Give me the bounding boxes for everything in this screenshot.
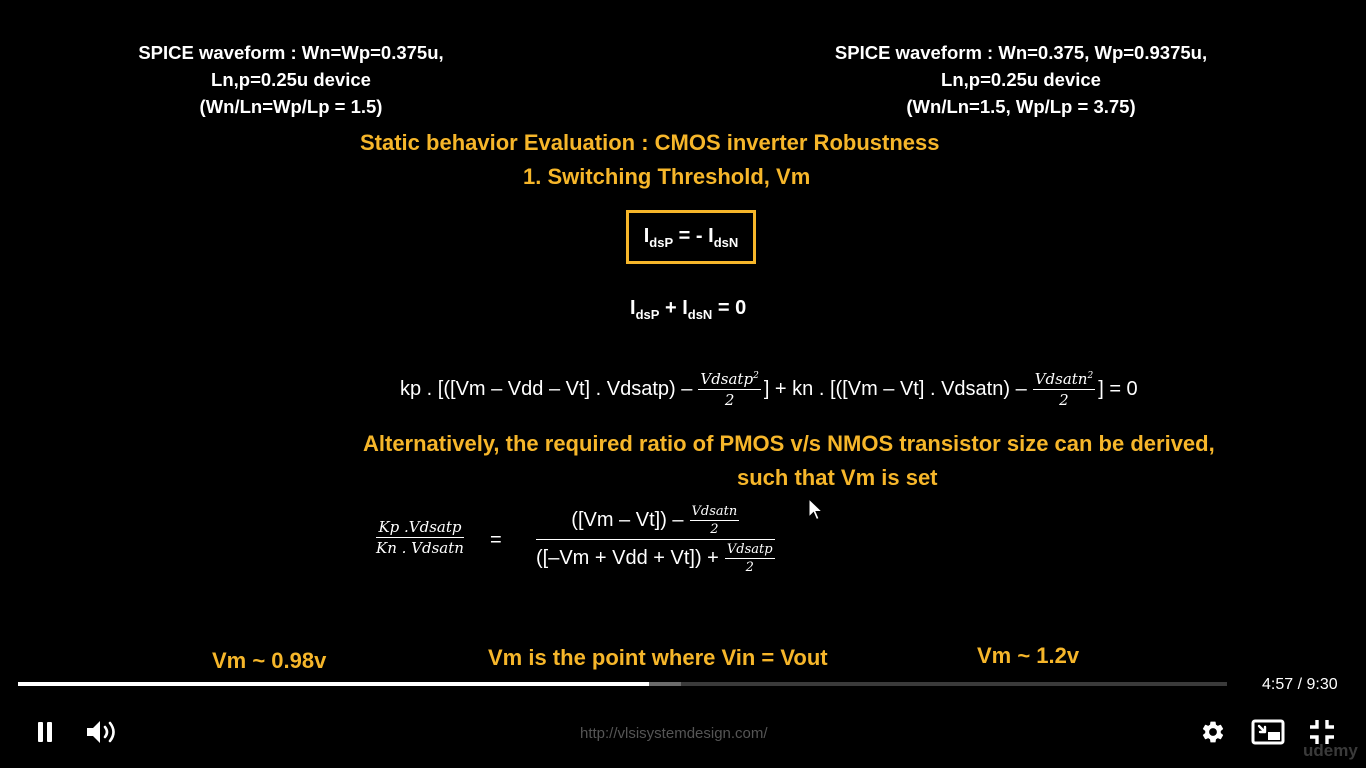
watermark-url: http://vlsisystemdesign.com/ — [580, 725, 768, 742]
sum-term-a-sub: dsP — [635, 307, 660, 322]
ratio-rhs-denominator: ([–Vm + Vdd + Vt]) + Vdsatp 2 — [536, 540, 775, 575]
left-caption-line-1: SPICE waveform : Wn=Wp=0.375u, — [138, 42, 444, 63]
pause-button[interactable] — [30, 716, 60, 748]
left-caption-line-2: Ln,p=0.25u device — [211, 69, 371, 90]
long-equation-part-3: ] = 0 — [1098, 378, 1138, 400]
ratio-rhs-fraction: ([Vm – Vt]) – Vdsatn 2 ([–Vm + Vdd + Vt]… — [536, 504, 775, 575]
ratio-lhs-numerator: Kp .Vdsatp — [376, 518, 464, 538]
time-display: 4:57 / 9:30 — [1262, 676, 1338, 693]
ratio-rhs-denominator-fraction-top: Vdsatp — [724, 542, 775, 559]
slide-title: Static behavior Evaluation : CMOS invert… — [360, 130, 940, 155]
alternative-statement-line-2: such that Vm is set — [737, 465, 938, 490]
ratio-equals: = — [490, 529, 502, 551]
long-equation-part-2: ] + kn . [([Vm – Vt] . Vdsatn) – — [763, 378, 1027, 400]
picture-in-picture-icon — [1251, 719, 1285, 745]
long-equation: kp . [([Vm – Vdd – Vt] . Vdsatp) – Vdsat… — [400, 370, 1138, 409]
right-caption: SPICE waveform : Wn=0.375, Wp=0.9375u, L… — [800, 39, 1242, 120]
exit-fullscreen-button[interactable] — [1306, 716, 1338, 748]
right-caption-line-1: SPICE waveform : Wn=0.375, Wp=0.9375u, — [834, 42, 1208, 63]
slide-subtitle: 1. Switching Threshold, Vm — [523, 164, 811, 189]
ids-n-subscript: dsN — [713, 234, 739, 250]
ratio-rhs-denominator-fraction: Vdsatp 2 — [724, 542, 775, 575]
right-caption-line-2: Ln,p=0.25u device — [941, 69, 1101, 90]
fraction-1-numerator: Vdsatp — [700, 370, 754, 388]
ratio-rhs-numerator: ([Vm – Vt]) – Vdsatn 2 — [536, 504, 775, 540]
ratio-rhs-numerator-fraction-top: Vdsatn — [689, 504, 740, 521]
fraction-1-denominator: 2 — [724, 391, 735, 409]
left-caption: SPICE waveform : Wn=Wp=0.375u, Ln,p=0.25… — [110, 39, 472, 120]
vm-left-value: Vm ~ 0.98v — [212, 648, 327, 673]
sum-equation: IdsP + IdsN = 0 — [630, 297, 746, 322]
left-caption-line-3: (Wn/Ln=Wp/Lp = 1.5) — [199, 96, 383, 117]
fraction-2-denominator: 2 — [1059, 391, 1069, 409]
ratio-rhs-denominator-text: ([–Vm + Vdd + Vt]) + — [536, 547, 719, 569]
ratio-rhs-numerator-text: ([Vm – Vt]) – — [571, 509, 684, 531]
ratio-lhs-denominator: Kn . Vdsatn — [376, 539, 464, 557]
boxed-equation: IdsP = - IdsN — [626, 210, 756, 264]
fraction-2-exponent: 2 — [1087, 371, 1094, 381]
video-player[interactable]: SPICE waveform : Wn=Wp=0.375u, Ln,p=0.25… — [0, 0, 1366, 768]
vm-right-value: Vm ~ 1.2v — [977, 643, 1080, 668]
settings-button[interactable] — [1198, 716, 1228, 748]
alternative-statement-line-1: Alternatively, the required ratio of PMO… — [363, 431, 1215, 456]
mouse-cursor-icon — [808, 498, 824, 521]
pause-icon — [38, 722, 52, 742]
exit-fullscreen-icon — [1310, 720, 1334, 744]
boxed-equation-mid: = - I — [673, 224, 714, 247]
picture-in-picture-button[interactable] — [1250, 716, 1286, 748]
sum-term-b: + I — [659, 297, 688, 319]
progress-played — [18, 682, 649, 686]
ratio-lhs-fraction: Kp .Vdsatp Kn . Vdsatn — [376, 518, 464, 557]
long-equation-fraction-2: Vdsatn2 2 — [1032, 370, 1096, 409]
ids-p-subscript: dsP — [649, 234, 674, 250]
vm-definition: Vm is the point where Vin = Vout — [488, 645, 828, 670]
right-caption-line-3: (Wn/Ln=1.5, Wp/Lp = 3.75) — [906, 96, 1136, 117]
fraction-1-exponent: 2 — [753, 371, 759, 381]
fraction-2-numerator: Vdsatn — [1034, 370, 1088, 388]
gear-icon — [1202, 721, 1224, 743]
volume-button[interactable] — [84, 716, 122, 748]
ratio-rhs-denominator-fraction-bottom: 2 — [745, 560, 754, 575]
ratio-rhs-numerator-fraction-bottom: 2 — [710, 522, 719, 537]
long-equation-part-1: kp . [([Vm – Vdd – Vt] . Vdsatp) – — [400, 378, 693, 400]
ratio-rhs-numerator-fraction: Vdsatn 2 — [689, 504, 740, 537]
long-equation-fraction-1: Vdsatp2 2 — [698, 370, 761, 409]
progress-bar[interactable] — [18, 682, 1227, 686]
volume-icon — [87, 721, 115, 743]
sum-term-c: = 0 — [712, 297, 747, 319]
sum-term-b-sub: dsN — [687, 307, 713, 322]
